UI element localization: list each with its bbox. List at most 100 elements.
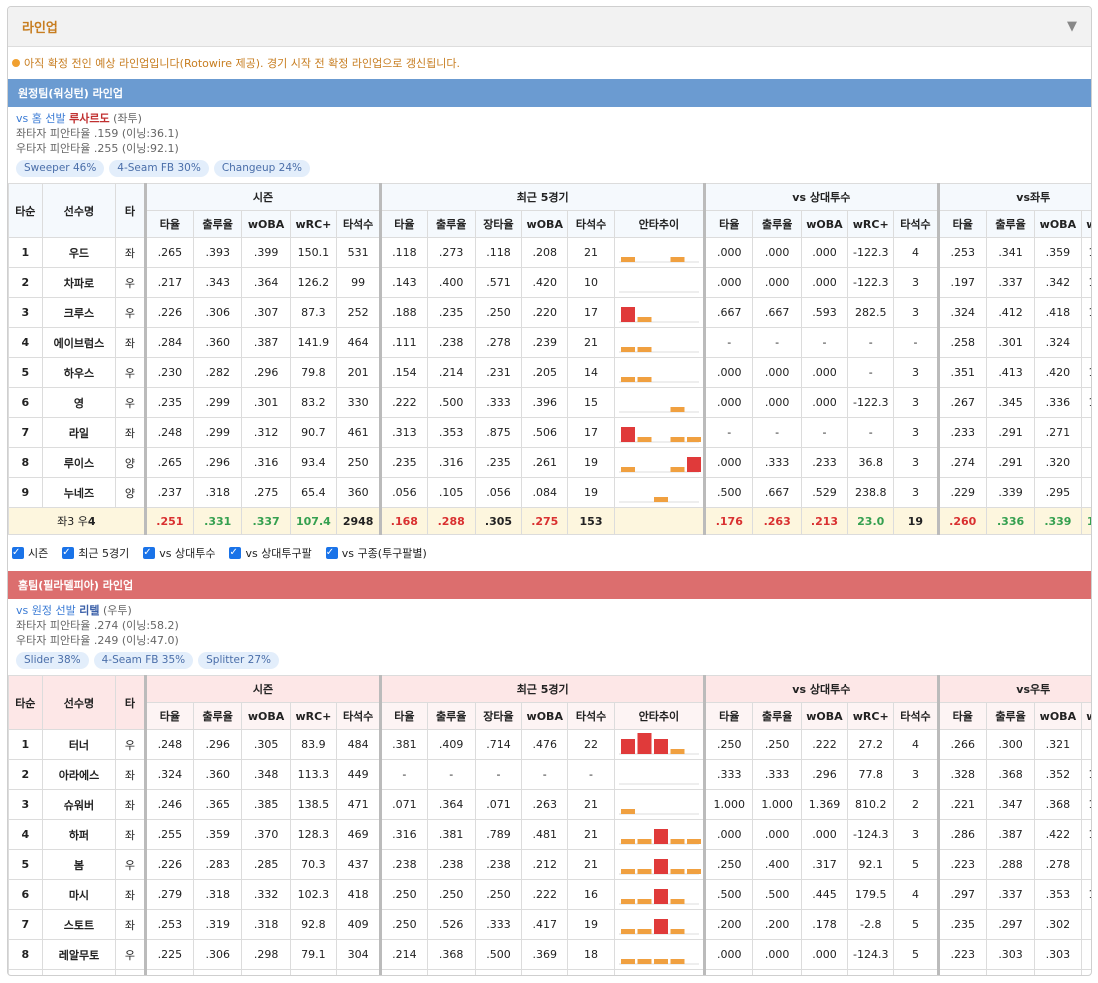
group-header[interactable]: vs좌투	[936, 183, 1091, 211]
column-toggle[interactable]: ✓ vs 상대투구팔	[229, 545, 312, 561]
group-header[interactable]: 시즌	[143, 675, 382, 703]
checkbox-checked-icon[interactable]: ✓	[143, 547, 156, 559]
column-header[interactable]: wOBA	[241, 210, 291, 238]
table-row[interactable]: 3 크루스 우 .226.306.307 87.3 252.188.235.250.220…	[8, 297, 1091, 328]
column-header[interactable]: wRC+	[1080, 702, 1091, 730]
table-row[interactable]: 7 라일 좌 .248.299.312 90.7 461.313.353.875.506 1…	[8, 417, 1091, 448]
column-header[interactable]: wRC+	[847, 210, 895, 238]
column-header[interactable]: 타율	[143, 702, 195, 730]
column-header[interactable]: wOBA	[800, 210, 849, 238]
column-header[interactable]: 안타추이	[613, 210, 706, 238]
column-header[interactable]: 타석수	[893, 210, 939, 238]
column-toggle[interactable]: ✓ vs 상대투수	[143, 545, 215, 561]
checkbox-checked-icon[interactable]: ✓	[229, 547, 242, 559]
table-row[interactable]: 6 영 우 .235.299.301 83.2 330.222.500.333.396 15…	[8, 387, 1091, 418]
player-name[interactable]: 터너	[41, 729, 117, 760]
column-header[interactable]: 출루율	[426, 210, 476, 238]
pitch-chip[interactable]: Splitter 27%	[198, 652, 279, 669]
table-row[interactable]: 2 아라에스 좌 .324.360.348 113.3 449- - - - - .333.333.…	[8, 759, 1091, 790]
column-header[interactable]: wRC+	[847, 702, 895, 730]
group-header[interactable]: vs 상대투수	[703, 675, 939, 703]
column-header[interactable]: 타석수	[893, 702, 939, 730]
column-header[interactable]: wOBA	[521, 702, 569, 730]
group-header[interactable]: vs 상대투수	[703, 183, 939, 211]
table-row[interactable]: 8 레알무토 우 .225.306.298 79.1 304.214.368.500.36…	[8, 939, 1091, 970]
table-row[interactable]: 1 터너 우 .248.296.305 83.9 484.381.409.714.476 2…	[8, 729, 1091, 760]
table-row[interactable]: 9 누네즈 양 .237.318.275 65.4 360.056.105.056.084…	[8, 477, 1091, 508]
pitcher-name[interactable]: 루사르도	[69, 112, 109, 125]
player-name[interactable]: 영	[41, 387, 117, 418]
table-row[interactable]: 8 루이스 양 .265.296.316 93.4 250.235.316.235.261…	[8, 447, 1091, 478]
column-header[interactable]: 타석수	[336, 702, 382, 730]
column-header[interactable]: 출루율	[426, 702, 476, 730]
column-toggle[interactable]: ✓ 최근 5경기	[62, 545, 129, 561]
column-header[interactable]: wRC+	[289, 210, 338, 238]
player-name[interactable]: 라일	[41, 417, 117, 448]
column-header[interactable]: 타율	[379, 210, 428, 238]
table-row[interactable]: 5 하우스 우 .230.282.296 79.8 201.154.214.231.205…	[8, 357, 1091, 388]
column-header[interactable]: 타율	[936, 702, 987, 730]
column-header[interactable]: 타석수	[336, 210, 382, 238]
player-name[interactable]: 에이브럼스	[41, 327, 117, 358]
table-row[interactable]: 4 에이브럼스 좌 .284.360.387 141.9 464.111.238.278.…	[8, 327, 1091, 358]
group-header[interactable]: 최근 5경기	[379, 183, 706, 211]
column-header[interactable]: 타율	[143, 210, 195, 238]
column-header[interactable]: wOBA	[1034, 210, 1082, 238]
column-header[interactable]: 출루율	[193, 210, 243, 238]
group-header[interactable]: 최근 5경기	[379, 675, 706, 703]
table-row[interactable]: 1 우드 좌 .265.393.399 150.1 531.118.273.118.208…	[8, 237, 1091, 268]
player-name[interactable]: 마시	[41, 879, 117, 910]
column-header[interactable]: 출루율	[752, 702, 802, 730]
column-header[interactable]: 장타율	[474, 702, 523, 730]
pitcher-name[interactable]: 리텔	[79, 604, 99, 617]
player-name[interactable]: 크루스	[41, 297, 117, 328]
checkbox-checked-icon[interactable]: ✓	[12, 547, 24, 559]
table-row[interactable]: 2 차파로 우 .217.343.364 126.2 99.143.400.571.420…	[8, 267, 1091, 298]
pitch-chip[interactable]: 4-Seam FB 30%	[109, 160, 209, 177]
column-header[interactable]: wRC+	[289, 702, 338, 730]
column-header[interactable]: 장타율	[474, 210, 523, 238]
group-header[interactable]: vs우투	[936, 675, 1091, 703]
column-header[interactable]: 출루율	[985, 702, 1036, 730]
column-header[interactable]: wOBA	[521, 210, 569, 238]
player-name[interactable]: 크로퍼드	[41, 969, 117, 975]
checkbox-checked-icon[interactable]: ✓	[62, 547, 75, 559]
column-header[interactable]: 출루율	[985, 210, 1036, 238]
table-row[interactable]: 7 스토트 좌 .253.319.318 92.8 409.250.526.333.417…	[8, 909, 1091, 940]
column-header[interactable]: wOBA	[1034, 702, 1082, 730]
player-name[interactable]: 하우스	[41, 357, 117, 388]
pitch-chip[interactable]: 4-Seam FB 35%	[93, 652, 194, 669]
table-row[interactable]: 5 봄 우 .226.283.285 70.3 437.238.238.238.212 21…	[8, 849, 1091, 880]
player-name[interactable]: 봄	[41, 849, 117, 880]
pitch-chip[interactable]: Slider 38%	[16, 652, 89, 669]
column-header[interactable]: wOBA	[241, 702, 291, 730]
table-row[interactable]: 4 하퍼 좌 .255.359.370 128.3 469.316.381.789.481…	[8, 819, 1091, 850]
column-header[interactable]: 출루율	[193, 702, 243, 730]
table-row[interactable]: 6 마시 좌 .279.318.332 102.3 418.250.250.250.222…	[8, 879, 1091, 910]
triangle-down-icon[interactable]: ▼	[1067, 19, 1077, 34]
column-header[interactable]: 안타추이	[613, 702, 706, 730]
player-name[interactable]: 레알무토	[41, 939, 117, 970]
pitch-chip[interactable]: Sweeper 46%	[16, 160, 105, 177]
column-header[interactable]: 타율	[379, 702, 428, 730]
column-toggle[interactable]: ✓ 시즌	[12, 545, 48, 561]
player-name[interactable]: 아라에스	[41, 759, 117, 790]
column-header[interactable]: 타율	[936, 210, 987, 238]
player-name[interactable]: 슈워버	[41, 789, 117, 820]
group-header[interactable]: 시즌	[143, 183, 382, 211]
column-header[interactable]: 출루율	[752, 210, 802, 238]
column-header[interactable]: 타율	[703, 210, 754, 238]
player-name[interactable]: 누네즈	[41, 477, 117, 508]
table-row[interactable]: 9크로퍼드좌.261.308.29073.7324.429.467.500.42…	[8, 969, 1091, 975]
column-header[interactable]: 타율	[703, 702, 754, 730]
player-name[interactable]: 차파로	[41, 267, 117, 298]
player-name[interactable]: 우드	[41, 237, 117, 268]
column-header[interactable]: wRC+	[1080, 210, 1091, 238]
column-header[interactable]: 타석수	[567, 210, 615, 238]
checkbox-checked-icon[interactable]: ✓	[325, 547, 338, 559]
column-toggle[interactable]: ✓ vs 구종(투구팔별)	[325, 545, 427, 561]
player-name[interactable]: 하퍼	[41, 819, 117, 850]
pitch-chip[interactable]: Changeup 24%	[213, 160, 311, 177]
column-header[interactable]: 타석수	[567, 702, 615, 730]
table-row[interactable]: 3 슈워버 좌 .246.365.385 138.5 471.071.364.071.26…	[8, 789, 1091, 820]
